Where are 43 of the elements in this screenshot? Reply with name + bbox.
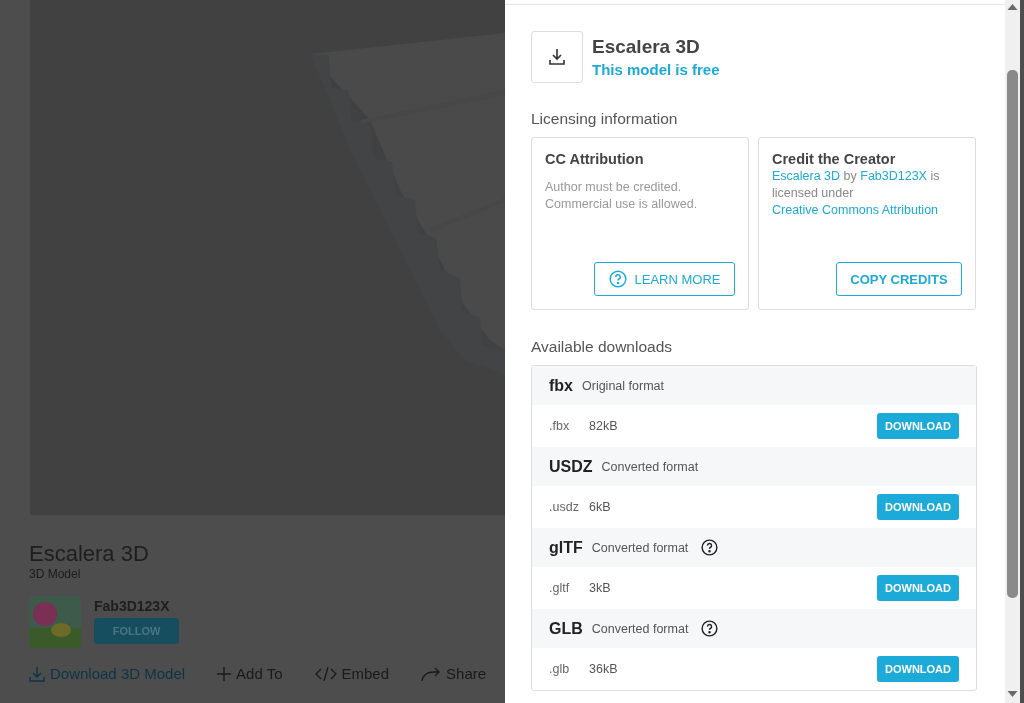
download-button[interactable]: DOWNLOAD: [877, 413, 959, 439]
learn-more-button[interactable]: LEARN MORE: [594, 262, 735, 296]
help-icon[interactable]: [701, 539, 719, 556]
plus-icon: [217, 666, 232, 681]
credit-link[interactable]: Creative Commons Attribution: [772, 203, 939, 217]
format-note: Converted format: [601, 459, 699, 474]
help-icon[interactable]: [701, 620, 719, 637]
code-icon: [314, 666, 337, 681]
file-extension: .fbx: [549, 419, 571, 433]
card-title: CC Attribution: [545, 151, 645, 167]
format-note: Original format: [582, 378, 664, 393]
download-button[interactable]: DOWNLOAD: [877, 575, 959, 601]
section-heading: Available downloads: [531, 338, 674, 356]
credit-link[interactable]: Escalera 3D: [772, 169, 841, 183]
credit-text: Escalera 3D by Fab3D123X is licensed under Creative Commons Attribution: [772, 168, 941, 219]
price-note: This model is free: [592, 61, 720, 78]
download-icon: [531, 31, 583, 83]
format-name: USDZ: [549, 457, 593, 476]
license-terms: Author must be credited. Commercial use is allowed.: [545, 179, 699, 213]
scrollbar[interactable]: [1005, 0, 1020, 703]
help-icon: [608, 270, 627, 288]
action-link[interactable]: Download 3D Model: [29, 665, 186, 682]
download-icon: [29, 665, 45, 682]
file-size: 3kB: [589, 581, 611, 595]
file-size: 6kB: [589, 500, 611, 514]
file-extension: .usdz: [549, 500, 580, 514]
section-heading: Licensing information: [531, 110, 679, 128]
file-size: 36kB: [589, 662, 618, 676]
format-note: Converted format: [591, 540, 689, 555]
dialog-title: Escalera 3D: [592, 36, 701, 58]
download-button[interactable]: DOWNLOAD: [877, 494, 959, 520]
download-button[interactable]: DOWNLOAD: [877, 656, 959, 682]
credit-link[interactable]: Fab3D123X: [860, 169, 927, 183]
card-title: Credit the Creator: [772, 151, 897, 167]
format-note: Converted format: [591, 621, 689, 636]
file-extension: .gltf: [549, 581, 571, 595]
format-name: fbx: [549, 376, 573, 395]
share-arrow-icon: [421, 665, 442, 682]
file-extension: .glb: [549, 662, 571, 676]
copy-credits-button[interactable]: COPY CREDITS: [836, 262, 962, 296]
file-size: 82kB: [589, 419, 618, 433]
format-name: GLB: [549, 619, 583, 638]
format-name: glTF: [549, 538, 583, 557]
